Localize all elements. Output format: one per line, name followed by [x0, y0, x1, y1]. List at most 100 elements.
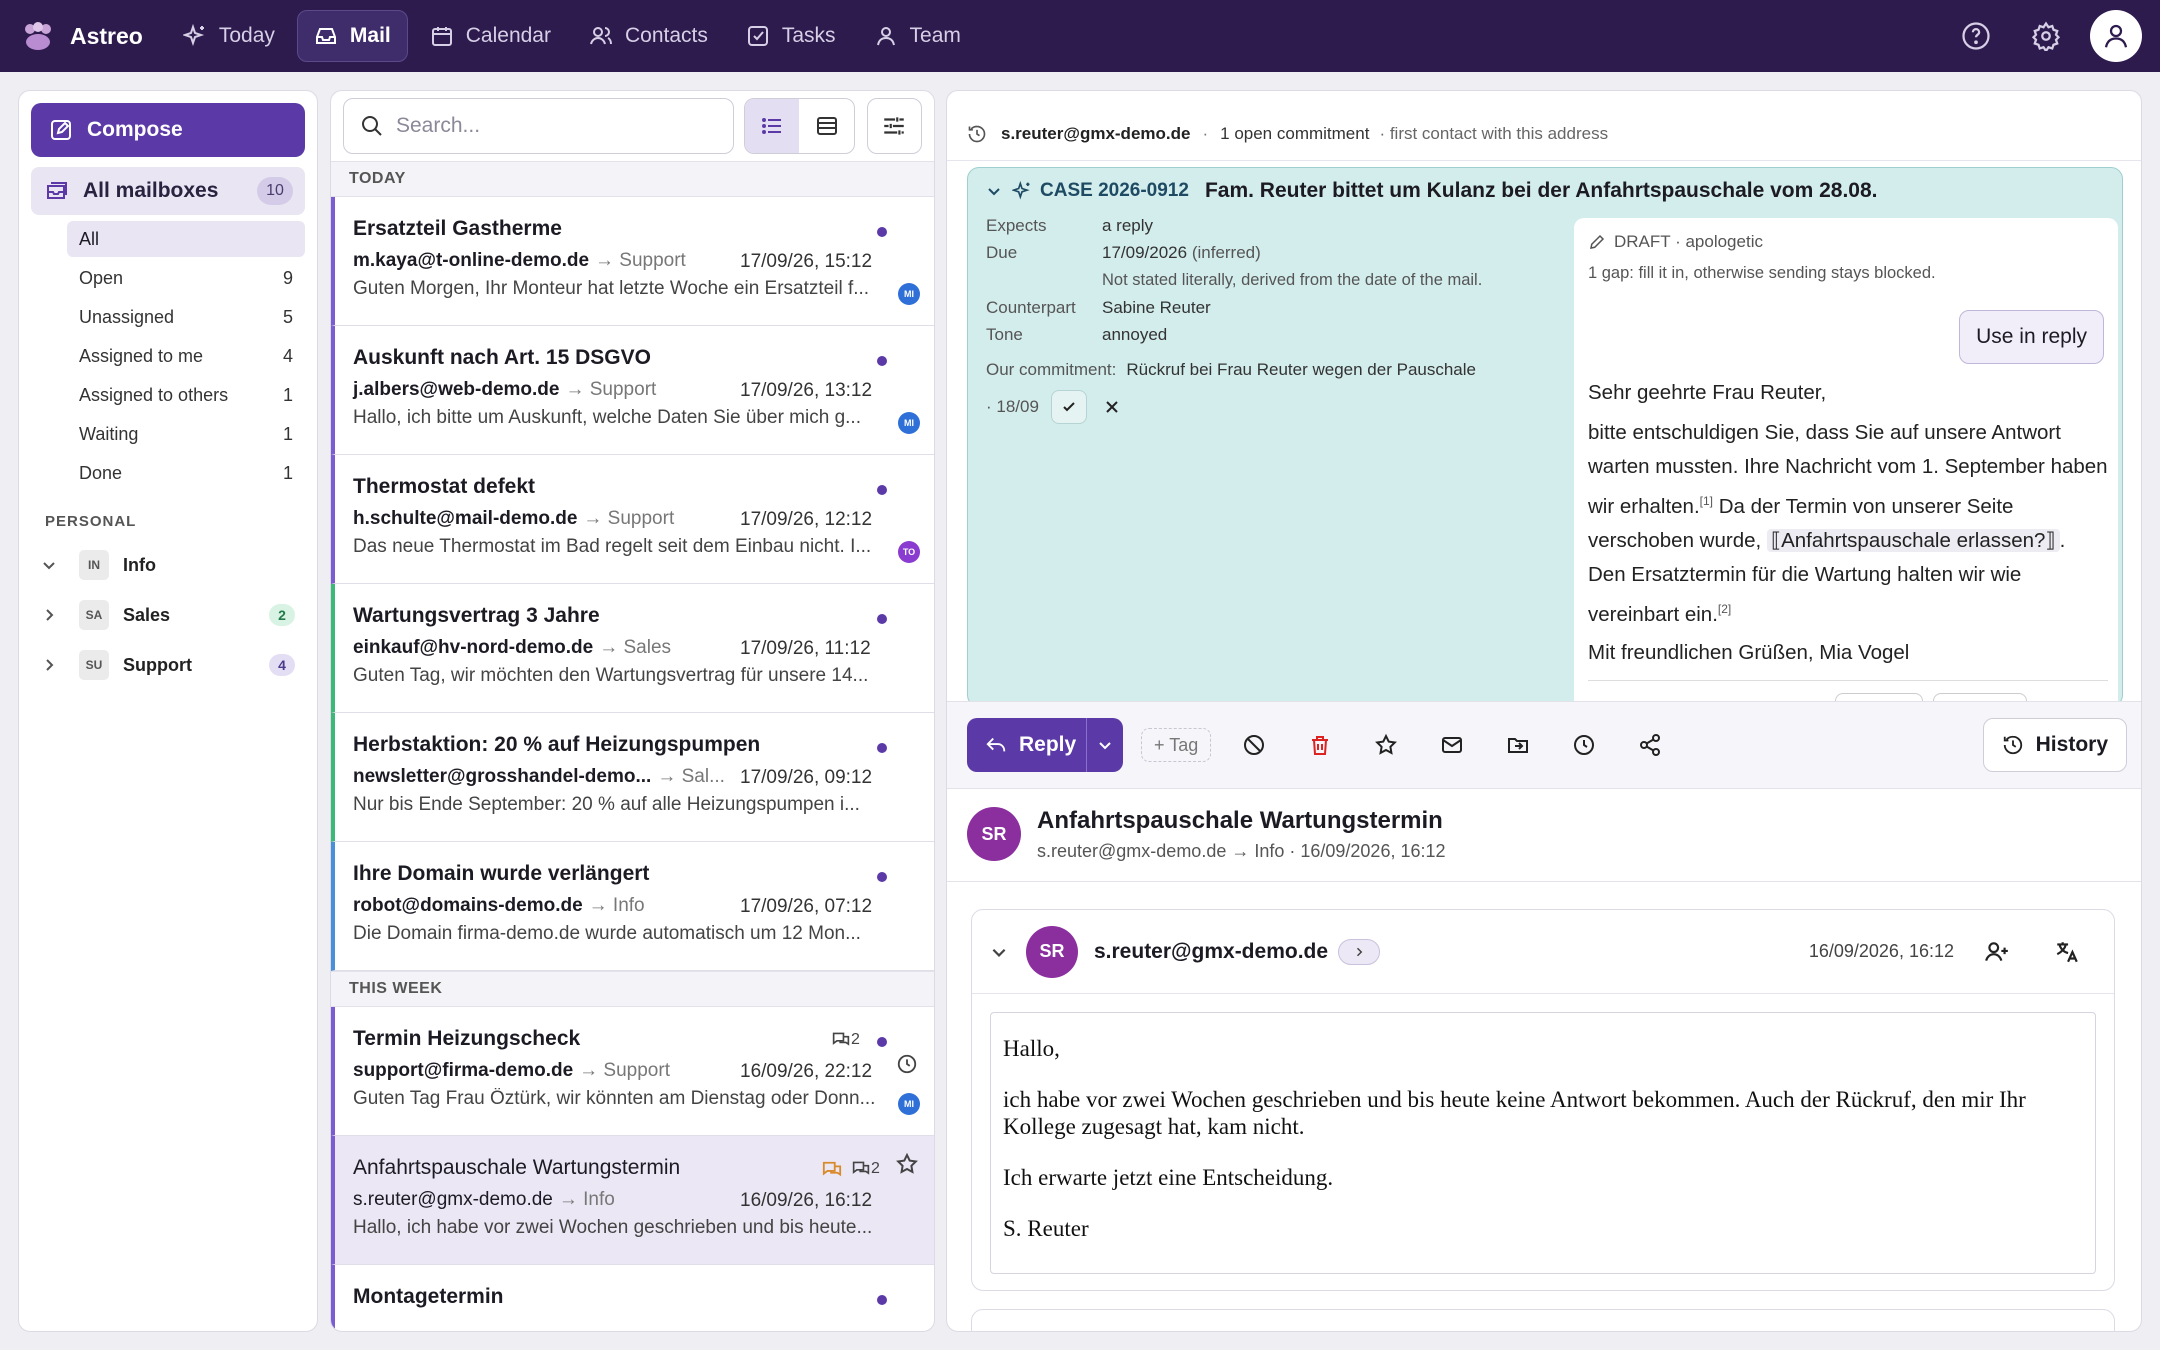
- spam-button[interactable]: [1221, 733, 1287, 757]
- list-view-button[interactable]: [745, 99, 800, 153]
- user-avatar-button[interactable]: [2090, 10, 2142, 62]
- thread-count-value: 2: [851, 1031, 860, 1048]
- add-contact-button[interactable]: [1984, 939, 2010, 965]
- dismiss-commitment-button[interactable]: [1105, 400, 1119, 414]
- help-button[interactable]: [1950, 10, 2002, 62]
- all-mailboxes[interactable]: All mailboxes 10: [31, 167, 305, 215]
- sender-details-button[interactable]: [1338, 938, 1381, 965]
- delete-button[interactable]: [1287, 733, 1353, 757]
- history-button[interactable]: History: [1982, 718, 2127, 772]
- filter-assigned-to-others[interactable]: Assigned to others 1: [67, 377, 305, 413]
- add-tag-button[interactable]: + Tag: [1141, 728, 1212, 762]
- filter-label: Waiting: [79, 423, 139, 444]
- nav-label: Contacts: [624, 24, 708, 47]
- mail-list-item[interactable]: Wartungsvertrag 3 Jahre einkauf@hv-nord-d…: [331, 584, 934, 713]
- mail-subject: Ihre Domain wurde verlängert: [353, 862, 650, 885]
- reply-options-button[interactable]: [1087, 737, 1123, 753]
- filter-waiting[interactable]: Waiting 1: [67, 416, 305, 452]
- context-email[interactable]: s.reuter@gmx-demo.de: [1001, 124, 1190, 144]
- filter-all[interactable]: All: [67, 221, 305, 257]
- mailbox-info[interactable]: IN Info: [19, 540, 317, 590]
- filter-assigned-to-me[interactable]: Assigned to me 4: [67, 338, 305, 374]
- mark-unread-button[interactable]: [1419, 733, 1485, 757]
- confirm-commitment-button[interactable]: [1050, 390, 1087, 424]
- personal-section-label: PERSONAL: [45, 513, 137, 530]
- draft-header: DRAFT · apologetic: [1588, 232, 2104, 252]
- mail-list-item[interactable]: Ihre Domain wurde verlängert robot@domain…: [331, 842, 934, 971]
- chevron-down-icon[interactable]: [986, 183, 1002, 199]
- use-in-reply-button[interactable]: Use in reply: [1959, 310, 2104, 364]
- draft-gap-field[interactable]: ⟦Anfahrtspauschale erlassen?⟧: [1766, 528, 2060, 552]
- share-button[interactable]: [1617, 733, 1683, 757]
- draft-body[interactable]: Sehr geehrte Frau Reuter, bitte entschul…: [1588, 376, 2108, 706]
- unread-dot: [877, 614, 887, 624]
- mail-list-item[interactable]: Montagetermin: [331, 1265, 934, 1331]
- draft-ref-2[interactable]: [2]: [1718, 602, 1731, 616]
- mail-subject: Montagetermin: [353, 1285, 504, 1308]
- mail-message-header[interactable]: SR s.reuter@gmx-demo.de 16/09/2026, 16:1…: [972, 910, 2114, 994]
- mail-list-item[interactable]: Herbstaktion: 20 % auf Heizungspumpen new…: [331, 713, 934, 842]
- chevron-right-icon[interactable]: [41, 657, 65, 673]
- mail-line: S. Reuter: [1003, 1216, 1089, 1241]
- mailbox-abbr: SU: [79, 650, 109, 680]
- assignee-avatar: MI: [898, 283, 920, 305]
- top-bar: Astreo Today Mail Calendar Contacts Task…: [0, 0, 2160, 72]
- chevron-down-icon[interactable]: [41, 557, 65, 573]
- mail-recipient: → Sal...: [657, 766, 725, 787]
- move-button[interactable]: [1485, 733, 1551, 757]
- mail-sender[interactable]: s.reuter@gmx-demo.de: [1094, 940, 1328, 964]
- mail-list-item[interactable]: Thermostat defekt h.schulte@mail-demo.de →…: [331, 455, 934, 584]
- search-input[interactable]: Search...: [343, 98, 735, 154]
- unread-dot: [877, 485, 887, 495]
- mailbox-sales[interactable]: SA Sales 2: [19, 590, 317, 640]
- context-commitments[interactable]: 1 open commitment: [1220, 124, 1369, 144]
- brand[interactable]: Astreo: [20, 21, 143, 51]
- next-message-card[interactable]: [971, 1309, 2115, 1331]
- filter-done[interactable]: Done 1: [67, 455, 305, 491]
- chevron-right-icon[interactable]: [41, 607, 65, 623]
- mail-list-item[interactable]: Auskunft nach Art. 15 DSGVO j.albers@web-…: [331, 326, 934, 455]
- filter-settings-button[interactable]: [866, 98, 922, 154]
- draft-greeting: Sehr geehrte Frau Reuter,: [1588, 381, 1827, 404]
- mailbox-support[interactable]: SU Support 4: [19, 640, 317, 690]
- mail-list-item[interactable]: Anfahrtspauschale Wartungstermin s.reuter…: [331, 1136, 934, 1265]
- table-icon: [815, 114, 839, 138]
- case-due: Due 17/09/2026 (inferred): [986, 243, 1261, 263]
- chevron-down-icon[interactable]: [990, 943, 1008, 961]
- sliders-icon: [881, 113, 907, 139]
- translate-icon: [2054, 939, 2080, 965]
- group-header-this-week: THIS WEEK: [331, 971, 934, 1007]
- reply-button[interactable]: Reply: [967, 718, 1087, 772]
- share-icon: [1638, 733, 1662, 757]
- snooze-button[interactable]: [1551, 733, 1617, 757]
- check-icon: [1061, 399, 1077, 415]
- reply-label: Reply: [1019, 733, 1077, 756]
- mail-recipient: → Info: [588, 895, 645, 916]
- nav-label: Tasks: [781, 24, 836, 47]
- unread-dot: [877, 743, 887, 753]
- gear-icon: [2031, 21, 2061, 51]
- star-button[interactable]: [1353, 733, 1419, 757]
- nav-contacts[interactable]: Contacts: [573, 10, 724, 62]
- nav-team[interactable]: Team: [858, 10, 977, 62]
- chat-icon: [851, 1160, 871, 1178]
- star-icon[interactable]: [895, 1152, 919, 1176]
- mail-list-item[interactable]: Termin Heizungscheck support@firma-demo.d…: [331, 1007, 934, 1136]
- nav-calendar[interactable]: Calendar: [414, 10, 567, 62]
- assignee-avatar: TO: [898, 541, 920, 563]
- table-view-button[interactable]: [799, 99, 853, 153]
- nav-today[interactable]: Today: [167, 10, 291, 62]
- mail-body: Hallo, ich habe vor zwei Wochen geschrie…: [990, 1012, 2096, 1274]
- nav-mail[interactable]: Mail: [296, 10, 408, 62]
- search-placeholder: Search...: [396, 114, 481, 137]
- compose-button[interactable]: Compose: [31, 103, 305, 157]
- draft-ref-1[interactable]: [1]: [1700, 494, 1713, 508]
- mail-list-item[interactable]: Ersatzteil Gastherme m.kaya@t-online-demo…: [331, 197, 934, 326]
- filter-unassigned[interactable]: Unassigned 5: [67, 299, 305, 335]
- settings-button[interactable]: [2020, 10, 2072, 62]
- translate-button[interactable]: [2054, 939, 2080, 965]
- filter-open[interactable]: Open 9: [67, 260, 305, 296]
- mail-preview: Guten Tag, wir möchten den Wartungsvertr…: [353, 665, 869, 686]
- mail-from: s.reuter@gmx-demo.de: [353, 1189, 553, 1210]
- nav-tasks[interactable]: Tasks: [730, 10, 852, 62]
